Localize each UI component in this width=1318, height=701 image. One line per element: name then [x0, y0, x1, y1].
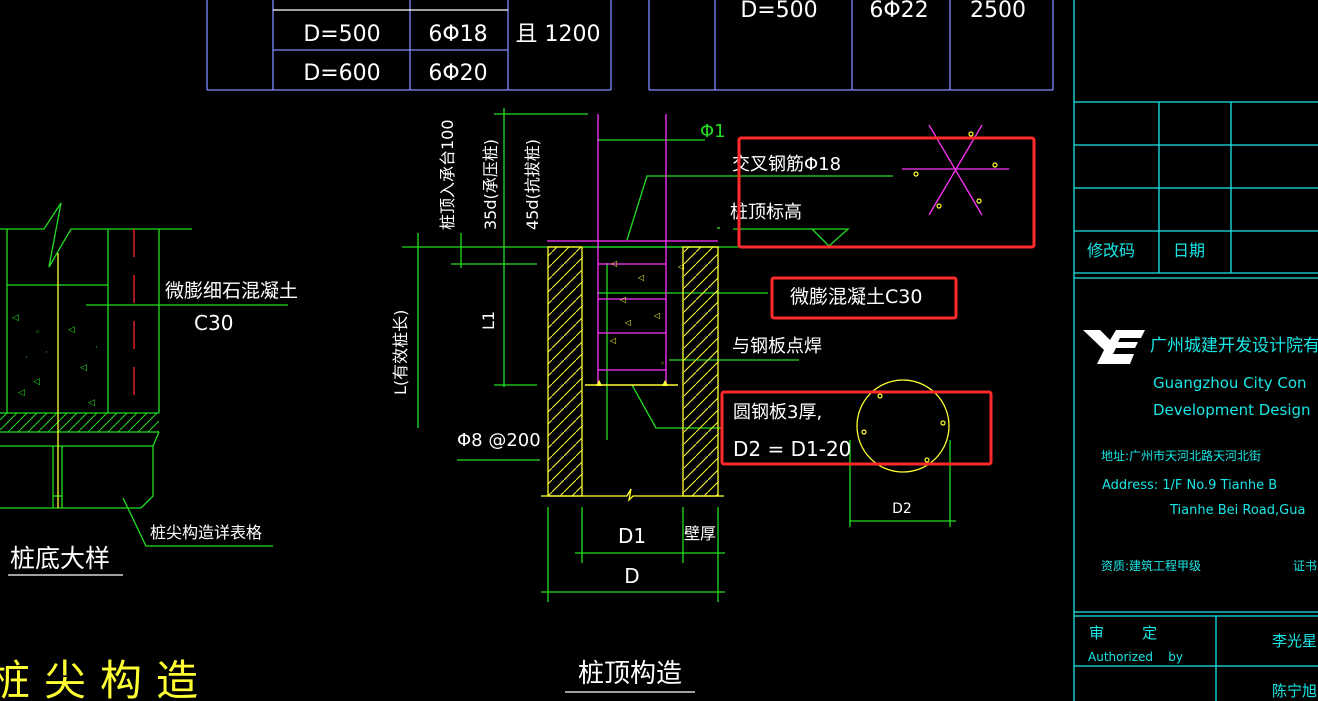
svg-text:◦: ◦ [660, 359, 665, 368]
address-cn: 地址:广州市天河北路天河北街 [1101, 448, 1261, 463]
pile-bottom-title: 桩底大样 [10, 544, 110, 573]
svg-text:▲: ▲ [662, 378, 669, 387]
revision-code-label: 修改码 [1087, 241, 1135, 260]
spot-weld-label: 与钢板点焊 [732, 336, 822, 357]
steel-plate-label: 圆钢板3厚, [733, 402, 822, 423]
dim-d: D [624, 564, 639, 588]
svg-text:·: · [95, 343, 98, 353]
address-en-2: Tianhe Bei Road,Gua [1169, 503, 1305, 518]
authorized-name: 李光星 [1272, 632, 1317, 650]
concrete-grade-c30: C30 [194, 311, 233, 335]
d2-formula-label: D2 = D1-20 [733, 437, 851, 461]
svg-text:◁: ◁ [619, 295, 626, 304]
dim-d2: D2 [892, 501, 912, 517]
dim-45d: 45d(抗拔桩) [523, 139, 542, 230]
table-right-d500: D=500 [740, 0, 817, 23]
pile-top-title: 桩顶构造 [578, 659, 682, 689]
svg-text:◁: ◁ [88, 398, 95, 408]
svg-text:◦: ◦ [35, 328, 40, 338]
authorized-en: Authorized by [1088, 650, 1183, 664]
table-left-d600: D=600 [303, 61, 380, 86]
second-signatory-name: 陈宁旭 [1272, 682, 1317, 700]
company-name-en-2: Development Design [1153, 401, 1311, 419]
svg-text:◁: ◁ [80, 363, 87, 373]
authorized-cn: 审 定 [1089, 624, 1157, 642]
svg-text:◁: ◁ [12, 313, 19, 323]
svg-text:◁: ◁ [624, 318, 631, 327]
table-left-rebar-600: 6Φ20 [428, 61, 487, 86]
cad-drawing-canvas[interactable]: D=500 6Φ18 D=600 6Φ20 且 1200 D=500 6Φ22 … [0, 0, 1318, 701]
svg-text:·: · [25, 353, 28, 363]
svg-text:◁: ◁ [610, 259, 617, 268]
phi1-label: Φ1 [700, 121, 726, 142]
table-right-value-500: 2500 [970, 0, 1026, 23]
pile-bottom-detail: ◁ ◦ ◁ ◁ ◁ ◁ ◁ · · · [0, 202, 288, 576]
table-left-rebar-500: 6Φ18 [428, 22, 487, 47]
stirrup-label: Φ8 @200 [457, 430, 541, 451]
svg-text:·: · [45, 348, 48, 358]
dim-l1: L1 [479, 311, 498, 330]
company-name-en-1: Guangzhou City Con [1153, 374, 1307, 392]
cross-rebar-label: 交叉钢筋Φ18 [732, 154, 841, 175]
micro-concrete-label: 微膨混凝土C30 [790, 286, 922, 308]
svg-text:◁: ◁ [653, 311, 660, 320]
dim-35d: 35d(承压桩) [481, 139, 500, 230]
company-logo-icon [1083, 330, 1145, 364]
svg-text:◁: ◁ [68, 325, 75, 335]
table-right-rebar-500: 6Φ22 [869, 0, 928, 23]
dim-effective-length: L(有效桩长) [391, 310, 410, 395]
dim-d1: D1 [618, 524, 646, 548]
dim-wall-thickness: 壁厚 [684, 524, 716, 543]
dim-embed-100: 桩顶入承台100 [438, 119, 457, 230]
svg-text:◁: ◁ [609, 336, 616, 345]
pile-tip-section-title: 桩尖构造 [0, 656, 212, 701]
table-left-merged-cell: 且 1200 [516, 22, 601, 47]
svg-text:◁: ◁ [637, 273, 644, 282]
pile-tip-table-ref: 桩尖构造详表格 [150, 523, 262, 542]
table-left-d500: D=500 [303, 22, 380, 47]
svg-text:◁: ◁ [33, 377, 40, 387]
date-label: 日期 [1173, 241, 1205, 260]
company-name-cn: 广州城建开发设计院有限公 [1150, 336, 1318, 356]
micro-fine-stone-concrete-label: 微膨细石混凝土 [165, 280, 298, 302]
certificate-number-label: 证书号 [1293, 559, 1318, 573]
qualification: 资质:建筑工程甲级 [1101, 558, 1201, 573]
svg-text:▲: ▲ [596, 378, 603, 387]
svg-text:◁: ◁ [677, 262, 684, 271]
address-en-1: Address: 1/F No.9 Tianhe B [1102, 478, 1277, 493]
pile-top-elevation-label: 桩顶标高 [730, 202, 802, 223]
svg-text:◁: ◁ [18, 388, 25, 398]
